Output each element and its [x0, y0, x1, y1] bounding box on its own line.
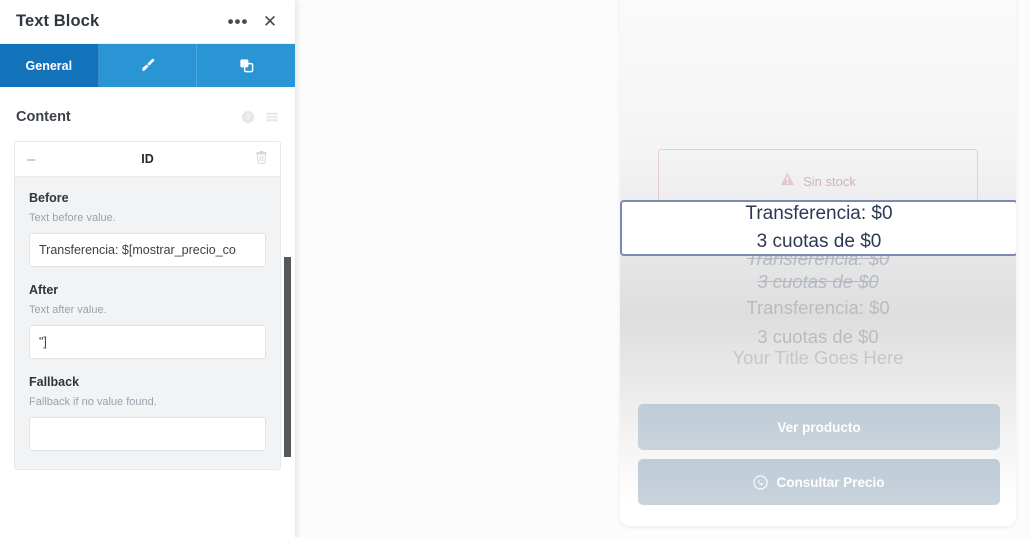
product-card: Sin stock Transferencia: $0 3 cuotas de …: [620, 0, 1016, 526]
selected-block-line-1: Transferencia: $0: [745, 203, 893, 224]
help-icon[interactable]: ?: [241, 110, 255, 124]
faded-price-line: Transferencia: $0: [746, 297, 890, 318]
field-fallback-description: Fallback if no value found.: [29, 396, 157, 408]
panel-scrollbar-track[interactable]: [284, 87, 295, 538]
field-after-label: After: [29, 283, 59, 297]
panel-title: Text Block: [16, 12, 100, 30]
app-root: Sin stock Transferencia: $0 3 cuotas de …: [0, 0, 1030, 538]
stock-badge-label: Sin stock: [803, 173, 856, 189]
collapse-icon[interactable]: –: [27, 151, 49, 168]
content-section-header: Content ?: [0, 87, 295, 135]
list-view-icon[interactable]: [265, 110, 279, 124]
consult-price-button[interactable]: Consultar Precio: [638, 459, 1000, 505]
more-options-icon[interactable]: •••: [228, 13, 248, 31]
faded-price-line: 3 cuotas de $0: [757, 326, 879, 347]
repeater-item: – ID Before Text before value. Transfere…: [14, 141, 281, 470]
selected-text-block[interactable]: Transferencia: $0 3 cuotas de $0: [620, 200, 1016, 256]
faded-price-line: 3 cuotas de $0: [757, 271, 879, 292]
field-before-label: Before: [29, 191, 69, 205]
tab-advanced[interactable]: [197, 44, 295, 87]
view-product-button[interactable]: Ver producto: [638, 404, 1000, 450]
selected-block-line-2: 3 cuotas de $0: [756, 231, 882, 252]
consult-price-label: Consultar Precio: [776, 474, 885, 490]
field-after: After Text after value.: [29, 283, 266, 359]
faded-title-line: Your Title Goes Here: [732, 347, 904, 368]
paint-brush-icon: [139, 57, 156, 74]
preview-canvas: Sin stock Transferencia: $0 3 cuotas de …: [295, 0, 1030, 538]
fallback-text-input[interactable]: [29, 417, 266, 451]
section-title: Content: [16, 109, 71, 125]
field-before: Before Text before value.: [29, 191, 266, 267]
before-text-input[interactable]: [29, 233, 266, 267]
tab-general[interactable]: General: [0, 44, 99, 87]
close-icon[interactable]: ✕: [261, 13, 279, 31]
field-fallback-label: Fallback: [29, 375, 80, 389]
field-before-description: Text before value.: [29, 212, 116, 224]
tab-style[interactable]: [98, 44, 198, 87]
panel-body: Content ? – ID Before Text before value.…: [0, 87, 295, 538]
advanced-layers-icon: [238, 57, 255, 74]
repeater-item-title: ID: [141, 152, 154, 166]
repeater-item-header[interactable]: – ID: [15, 142, 280, 177]
svg-text:?: ?: [246, 112, 251, 122]
warning-triangle-icon: [780, 172, 795, 191]
view-product-label: Ver producto: [777, 419, 861, 435]
field-fallback: Fallback Fallback if no value found.: [29, 375, 266, 451]
whatsapp-icon: [753, 474, 769, 490]
after-text-input[interactable]: [29, 325, 266, 359]
field-after-description: Text after value.: [29, 304, 107, 316]
editor-panel: Text Block ••• ✕ General Content ? – ID …: [0, 0, 295, 538]
repeater-item-body: Before Text before value. After Text aft…: [15, 177, 280, 469]
panel-scrollbar-thumb[interactable]: [284, 257, 291, 457]
panel-header: Text Block ••• ✕: [0, 0, 295, 44]
trash-icon[interactable]: [246, 150, 268, 169]
panel-tabs: General: [0, 44, 295, 87]
tab-general-label: General: [25, 58, 73, 73]
